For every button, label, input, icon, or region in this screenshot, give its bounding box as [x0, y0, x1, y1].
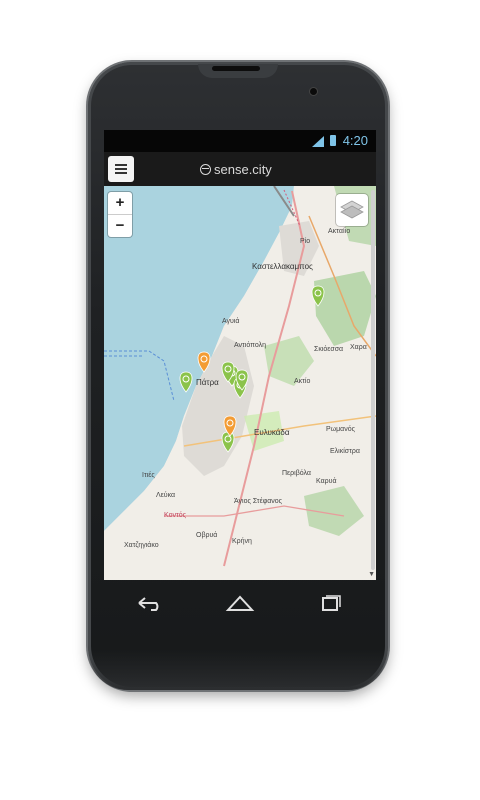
zoom-control: + −: [108, 192, 132, 237]
signal-icon: [312, 136, 324, 147]
layers-button[interactable]: [336, 194, 368, 226]
zoom-out-button[interactable]: −: [108, 215, 132, 237]
back-icon[interactable]: [129, 588, 169, 618]
zoom-in-button[interactable]: +: [108, 192, 132, 215]
earpiece: [212, 66, 260, 71]
status-time: 4:20: [342, 133, 368, 148]
map-marker-orange-alert[interactable]: [197, 351, 211, 373]
status-bar: 4:20: [104, 130, 376, 152]
screen: 4:20 sense.city Ακταíiο Ρίο Καστελλακαμπ…: [104, 130, 376, 580]
battery-icon: [330, 135, 336, 146]
layers-icon: [340, 200, 364, 219]
app-logo: sense.city: [200, 162, 272, 177]
app-bar: sense.city: [104, 152, 376, 186]
logo-icon: [200, 164, 211, 175]
map-markers: [179, 285, 325, 453]
map-marker-green-smiley[interactable]: [179, 371, 193, 393]
menu-button[interactable]: [108, 156, 134, 182]
front-camera: [310, 88, 317, 95]
home-icon[interactable]: [220, 588, 260, 618]
recents-icon[interactable]: [311, 588, 351, 618]
phone-bottom: [88, 650, 388, 690]
app-name: sense.city: [214, 162, 272, 177]
map-marker-green-building[interactable]: [311, 285, 325, 307]
android-navbar: [104, 580, 376, 626]
menu-icon: [115, 164, 127, 174]
map-view[interactable]: Ακταíiο Ρίο Καστελλακαμπος Αγυιά Ακτίο Α…: [104, 186, 376, 580]
scrollbar[interactable]: [371, 190, 375, 570]
scroll-down-icon[interactable]: ▼: [368, 571, 375, 578]
map-marker-green-smiley[interactable]: [221, 431, 235, 453]
